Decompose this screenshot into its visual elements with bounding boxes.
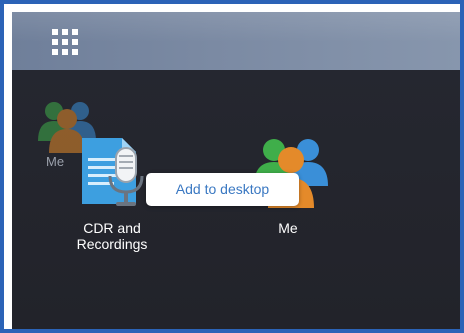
me-label: Me	[278, 220, 298, 236]
dragged-me-label: Me	[46, 154, 65, 169]
cdr-recordings-label: CDR and Recordings	[76, 220, 148, 252]
top-bar	[12, 12, 460, 70]
grid-icon	[52, 29, 78, 55]
desktop-icon-cdr-recordings[interactable]	[76, 132, 152, 214]
desktop-screen: Me CDR and Recordings Me Add to desktop	[12, 12, 460, 329]
add-to-desktop-menu-item[interactable]: Add to desktop	[146, 173, 299, 206]
apps-grid-button[interactable]	[50, 27, 80, 57]
context-menu: Add to desktop	[146, 173, 299, 206]
recordings-icon	[82, 138, 144, 206]
